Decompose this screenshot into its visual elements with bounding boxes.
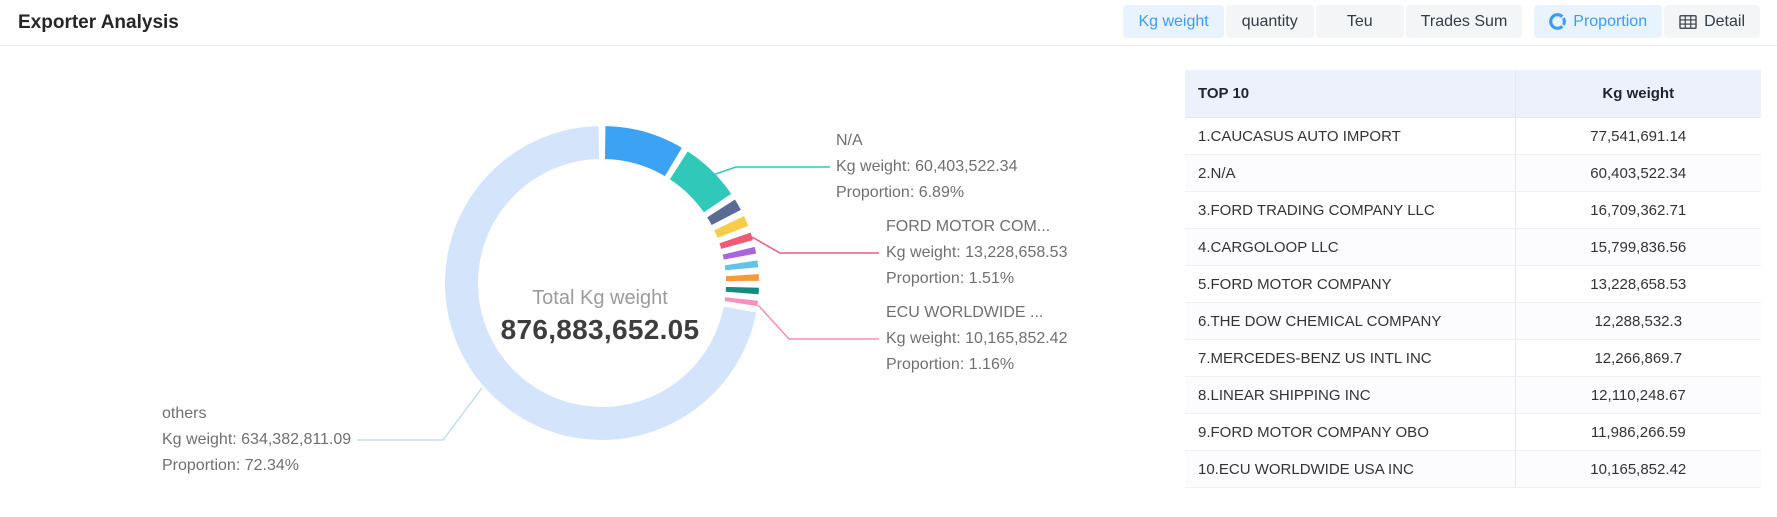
- kg-weight-cell: 11,986,266.59: [1515, 414, 1761, 451]
- callout-proportion: Proportion: 1.51%: [886, 266, 1067, 292]
- chart-center-label: Total Kg weight 876,883,652.05: [440, 287, 760, 346]
- kg-weight-cell: 16,709,362.71: [1515, 192, 1761, 229]
- table-row: 8.LINEAR SHIPPING INC12,110,248.67: [1185, 377, 1761, 414]
- metric-button-trades-sum[interactable]: Trades Sum: [1406, 5, 1523, 38]
- exporter-name-cell: 3.FORD TRADING COMPANY LLC: [1185, 192, 1515, 229]
- exporter-name-cell: 10.ECU WORLDWIDE USA INC: [1185, 451, 1515, 488]
- leader-line-ford: [752, 237, 879, 253]
- kg-weight-cell: 12,110,248.67: [1515, 377, 1761, 414]
- toolbar: Kg weight quantity Teu Trades Sum Propor…: [1121, 5, 1760, 38]
- leader-line-ecu: [758, 305, 879, 339]
- kg-weight-cell: 13,228,658.53: [1515, 266, 1761, 303]
- callout-kg-weight: Kg weight: 634,382,811.09: [162, 427, 351, 453]
- metric-button-teu[interactable]: Teu: [1316, 5, 1404, 38]
- callout-kg-weight: Kg weight: 60,403,522.34: [836, 154, 1017, 180]
- kg-weight-cell: 77,541,691.14: [1515, 118, 1761, 155]
- exporter-name-cell: 9.FORD MOTOR COMPANY OBO: [1185, 414, 1515, 451]
- exporter-name-cell: 7.MERCEDES-BENZ US INTL INC: [1185, 340, 1515, 377]
- chart-callout-ford-motor-company: FORD MOTOR COM... Kg weight: 13,228,658.…: [886, 214, 1067, 292]
- view-button-detail[interactable]: Detail: [1664, 5, 1760, 38]
- metric-button-quantity[interactable]: quantity: [1226, 5, 1314, 38]
- callout-name: FORD MOTOR COM...: [886, 214, 1067, 240]
- exporter-name-cell: 5.FORD MOTOR COMPANY: [1185, 266, 1515, 303]
- pie-chart-icon: [1549, 13, 1566, 30]
- top10-table: TOP 10 Kg weight 1.CAUCASUS AUTO IMPORT7…: [1185, 70, 1761, 488]
- table-row: 10.ECU WORLDWIDE USA INC10,165,852.42: [1185, 451, 1761, 488]
- callout-name: others: [162, 401, 351, 427]
- chart-callout-na: N/A Kg weight: 60,403,522.34 Proportion:…: [836, 128, 1017, 206]
- callout-proportion: Proportion: 6.89%: [836, 180, 1017, 206]
- leader-line-na: [710, 167, 830, 176]
- table-icon: [1679, 14, 1697, 30]
- table-row: 4.CARGOLOOP LLC15,799,836.56: [1185, 229, 1761, 266]
- callout-proportion: Proportion: 72.34%: [162, 453, 351, 479]
- chart-center-value: 876,883,652.05: [440, 314, 760, 346]
- kg-weight-cell: 12,288,532.3: [1515, 303, 1761, 340]
- metric-button-kg-weight[interactable]: Kg weight: [1123, 5, 1223, 38]
- callout-name: N/A: [836, 128, 1017, 154]
- table-row: 9.FORD MOTOR COMPANY OBO11,986,266.59: [1185, 414, 1761, 451]
- table-row: 7.MERCEDES-BENZ US INTL INC12,266,869.7: [1185, 340, 1761, 377]
- donut-slice-caucasus-auto-import[interactable]: [604, 125, 683, 177]
- table-row: 2.N/A60,403,522.34: [1185, 155, 1761, 192]
- kg-weight-cell: 60,403,522.34: [1515, 155, 1761, 192]
- table-header-top10: TOP 10: [1185, 70, 1515, 118]
- table-header-row: TOP 10 Kg weight: [1185, 70, 1761, 118]
- kg-weight-cell: 10,165,852.42: [1515, 451, 1761, 488]
- table-row: 6.THE DOW CHEMICAL COMPANY12,288,532.3: [1185, 303, 1761, 340]
- donut-slice-n-a[interactable]: [669, 150, 733, 214]
- exporter-name-cell: 2.N/A: [1185, 155, 1515, 192]
- exporter-name-cell: 8.LINEAR SHIPPING INC: [1185, 377, 1515, 414]
- exporter-name-cell: 1.CAUCASUS AUTO IMPORT: [1185, 118, 1515, 155]
- callout-kg-weight: Kg weight: 10,165,852.42: [886, 326, 1067, 352]
- view-button-proportion[interactable]: Proportion: [1534, 5, 1662, 38]
- chart-callout-others: others Kg weight: 634,382,811.09 Proport…: [162, 401, 351, 479]
- callout-name: ECU WORLDWIDE ...: [886, 300, 1067, 326]
- donut-slice-mercedes-benz-us-intl-inc[interactable]: [724, 259, 760, 271]
- chart-center-title: Total Kg weight: [440, 287, 760, 310]
- table-row: 5.FORD MOTOR COMPANY13,228,658.53: [1185, 266, 1761, 303]
- callout-kg-weight: Kg weight: 13,228,658.53: [886, 240, 1067, 266]
- table-row: 1.CAUCASUS AUTO IMPORT77,541,691.14: [1185, 118, 1761, 155]
- top10-table-body: 1.CAUCASUS AUTO IMPORT77,541,691.142.N/A…: [1185, 118, 1761, 488]
- table-row: 3.FORD TRADING COMPANY LLC16,709,362.71: [1185, 192, 1761, 229]
- callout-proportion: Proportion: 1.16%: [886, 352, 1067, 378]
- leader-line-others: [357, 388, 482, 440]
- donut-slice-linear-shipping-inc[interactable]: [725, 273, 760, 282]
- exporter-name-cell: 6.THE DOW CHEMICAL COMPANY: [1185, 303, 1515, 340]
- chart-callout-ecu-worldwide: ECU WORLDWIDE ... Kg weight: 10,165,852.…: [886, 300, 1067, 378]
- exporter-name-cell: 4.CARGOLOOP LLC: [1185, 229, 1515, 266]
- kg-weight-cell: 15,799,836.56: [1515, 229, 1761, 266]
- kg-weight-cell: 12,266,869.7: [1515, 340, 1761, 377]
- table-header-kg-weight: Kg weight: [1515, 70, 1761, 118]
